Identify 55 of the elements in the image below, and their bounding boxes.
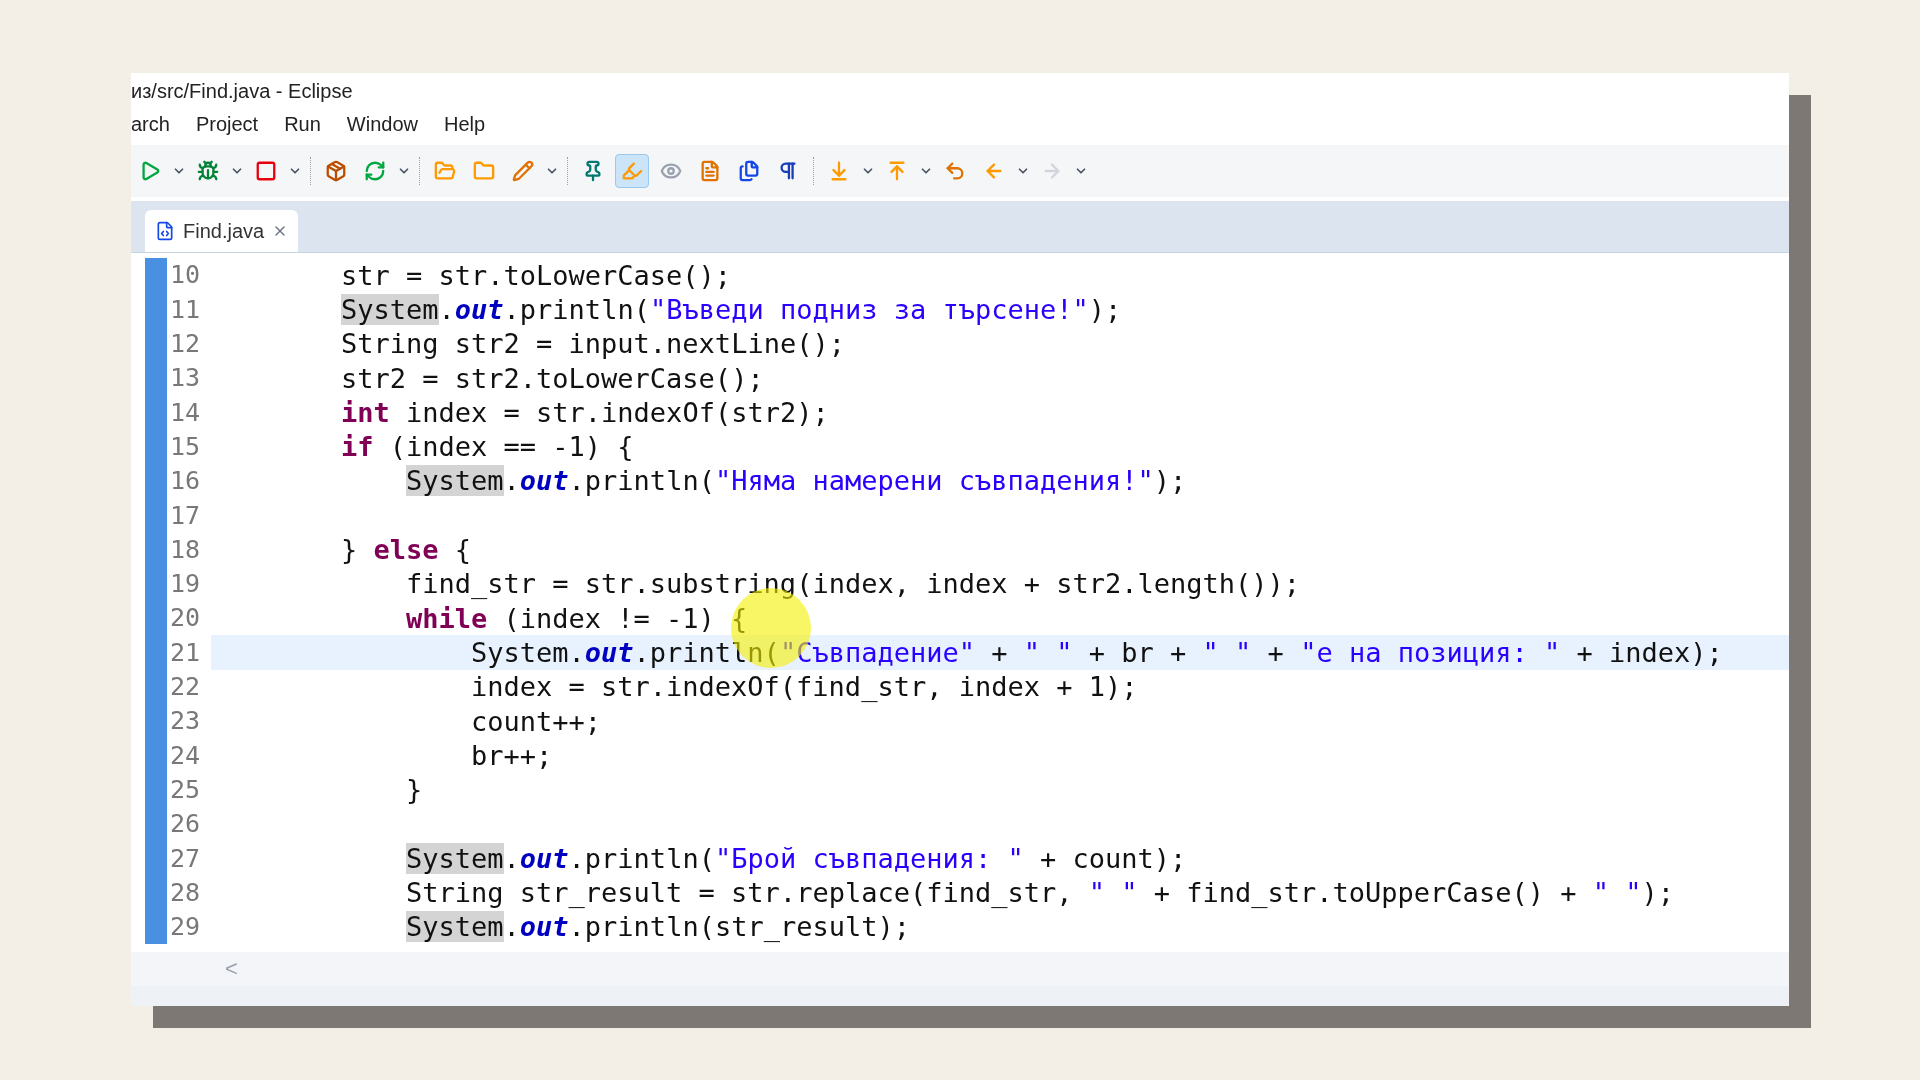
line-number: 20 — [169, 602, 202, 635]
code-text: br++; — [471, 741, 553, 769]
line-number: 23 — [169, 705, 202, 738]
line-number: 28 — [169, 876, 202, 909]
line-number: 27 — [169, 842, 202, 875]
code-text: int index = str.indexOf(str2); — [341, 398, 829, 426]
code-text: System.out.println("Брой съвпадения: " + count); — [406, 844, 1187, 872]
package-icon — [325, 160, 347, 183]
line-number: 16 — [169, 465, 202, 498]
refresh-icon — [364, 160, 386, 183]
code-text: System.out.println("Въведи подниз за търсене!"); — [341, 296, 1122, 323]
code-text: index = str.indexOf(find_str, index + 1); — [471, 673, 1138, 701]
document-icon — [699, 160, 721, 183]
code-text: str2 = str2.toLowerCase(); — [341, 364, 764, 392]
line-number: 12 — [169, 328, 202, 361]
code-text: count++; — [471, 707, 602, 735]
menu-item[interactable]: Help — [444, 109, 486, 140]
java-file-icon — [155, 221, 175, 242]
code-text: while (index != -1) { — [406, 604, 748, 632]
pencil-icon — [512, 160, 534, 183]
pin-icon — [582, 160, 604, 183]
documents-icon — [738, 160, 760, 183]
line-number: 18 — [169, 533, 202, 566]
line-number: 26 — [169, 808, 202, 841]
code-text: System.out.println("Няма намерени съвпадения!"); — [406, 467, 1187, 495]
menu-item[interactable]: Window — [346, 109, 418, 140]
line-number: 13 — [169, 362, 202, 395]
line-number: 21 — [169, 636, 202, 669]
code-text: find_str = str.substring(index, index + str2.length()); — [406, 570, 1301, 598]
code-text: str = str.toLowerCase(); — [341, 261, 732, 289]
line-number: 10 — [169, 259, 202, 292]
line-number: 14 — [169, 396, 202, 429]
menu-item[interactable]: arch — [131, 109, 170, 140]
code-editor[interactable] — [131, 252, 1789, 1006]
play-icon — [139, 160, 161, 183]
line-number: 17 — [169, 499, 202, 532]
menu-item[interactable]: Project — [195, 109, 259, 140]
line-number: 24 — [169, 739, 202, 772]
line-number: 11 — [169, 293, 202, 326]
code-text: } else { — [341, 536, 472, 564]
line-number: 22 — [169, 671, 202, 703]
code-text: System.out.println(str_result); — [406, 913, 910, 941]
line-number: 29 — [169, 911, 202, 944]
stop-icon — [255, 160, 277, 183]
line-number: 19 — [169, 568, 202, 601]
editor-tab[interactable]: Find.java — [145, 210, 299, 253]
code-text: if (index == -1) { — [341, 433, 634, 461]
line-number: 15 — [169, 430, 202, 463]
line-number: 25 — [169, 773, 202, 806]
window-title: из/src/Find.java - Eclipse — [131, 79, 353, 105]
menu-item[interactable]: Run — [284, 109, 321, 140]
bug-icon — [197, 160, 219, 183]
code-text: String str_result = str.replace(find_str, " " + find_str.toUpperCase() + " "); — [406, 879, 1674, 907]
code-text: } — [406, 776, 423, 804]
code-text: String str2 = input.nextLine(); — [341, 330, 845, 358]
